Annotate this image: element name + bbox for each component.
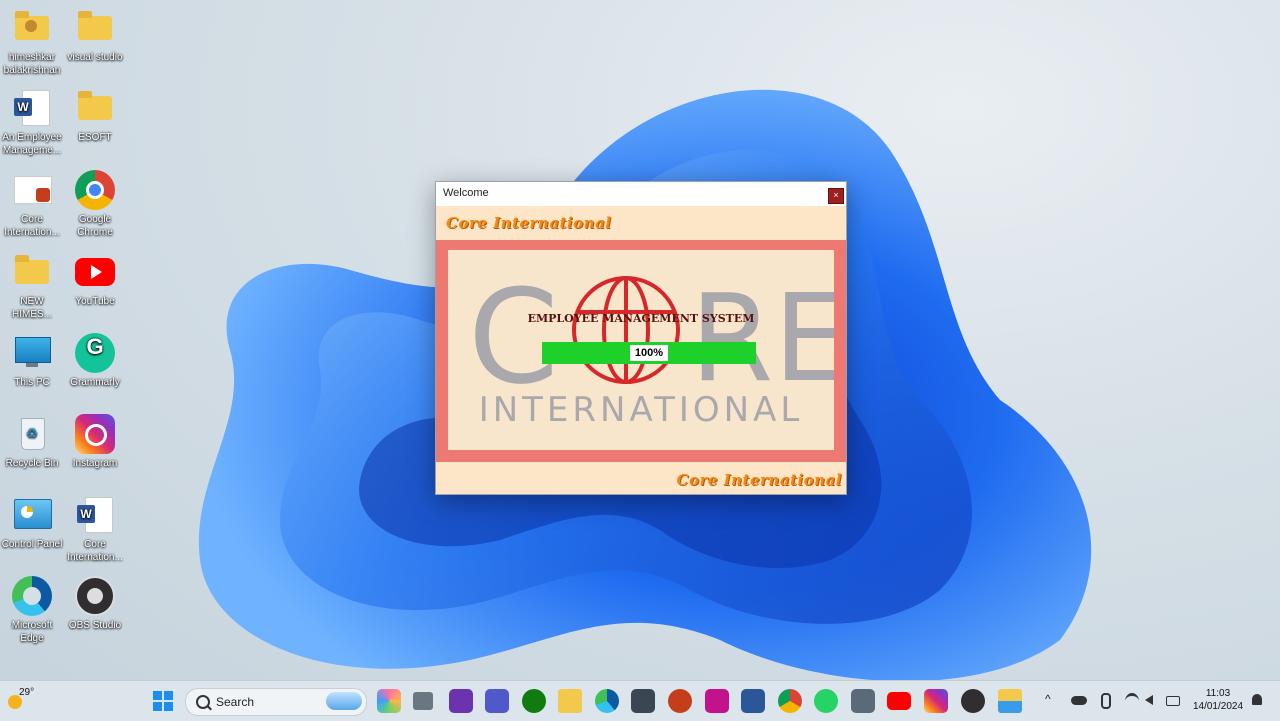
app-window-icon[interactable]: [998, 689, 1022, 713]
speaker-icon[interactable]: [1145, 695, 1153, 705]
whatsapp-icon[interactable]: [814, 689, 838, 713]
instagram-icon: [75, 414, 115, 454]
youtube-icon[interactable]: [887, 692, 911, 710]
desktop-icon-youtube[interactable]: YouTube: [63, 252, 127, 308]
close-icon: ×: [833, 190, 839, 200]
desktop-icon-this-pc[interactable]: This PC: [0, 333, 64, 389]
desktop-icon-new-himes-folder[interactable]: NEW HIMES...: [0, 252, 64, 321]
monitor-icon: [12, 333, 52, 373]
desktop-icon-grammarly[interactable]: G Grammarly: [63, 333, 127, 389]
powerpoint-icon[interactable]: [668, 689, 692, 713]
logo-area: C RE EMPLOYEE MANAGEMENT SYSTEM 100% INT…: [448, 250, 834, 450]
welcome-window: Welcome × Core International C RE EMPLOY…: [435, 181, 847, 495]
copilot-icon[interactable]: [377, 689, 401, 713]
desktop-icon-label: visual studio: [67, 52, 123, 63]
microphone-icon[interactable]: [1101, 693, 1111, 709]
desktop-icon-label: Core Internation...: [4, 214, 60, 238]
clock[interactable]: 11:03 14/01/2024: [1186, 687, 1250, 715]
edge-icon[interactable]: [595, 689, 619, 713]
desktop-icon-esoft-folder[interactable]: ESOFT: [63, 88, 127, 144]
loading-progress-bar: 100%: [542, 342, 756, 364]
desktop-icon-instagram[interactable]: Instagram: [63, 414, 127, 470]
wifi-icon[interactable]: [1125, 693, 1139, 710]
user-folder-icon: [12, 8, 52, 48]
splash-panel: C RE EMPLOYEE MANAGEMENT SYSTEM 100% INT…: [436, 240, 846, 462]
word-document-icon: W: [12, 88, 52, 128]
visual-studio-icon[interactable]: [449, 689, 473, 713]
chrome-icon[interactable]: [778, 689, 802, 713]
desktop-icon-label: Recycle Bin: [5, 458, 59, 469]
system-title: EMPLOYEE MANAGEMENT SYSTEM: [527, 312, 755, 325]
weather-widget[interactable]: 29°: [8, 687, 48, 715]
desktop-icon-label: Google Chrome: [77, 214, 113, 238]
window-titlebar[interactable]: Welcome ×: [436, 182, 846, 206]
chrome-icon: [75, 170, 115, 210]
desktop-icon-label: ESOFT: [78, 132, 112, 143]
desktop-icon-core-ppt[interactable]: Core Internation...: [0, 170, 64, 239]
folder-icon: [12, 252, 52, 292]
brand-title-top: Core International: [446, 214, 612, 232]
brand-title-bottom: Core International: [676, 471, 842, 489]
folder-icon: [75, 88, 115, 128]
taskbar: 29° Search ^ 11:03 14/01/2024: [0, 680, 1280, 721]
desktop-icon-label: himeshkar balakrishnan: [3, 52, 61, 76]
edge-icon: [12, 576, 52, 616]
word-document-icon: W: [75, 495, 115, 535]
desktop-icon-visual-studio-folder[interactable]: visual studio: [63, 8, 127, 64]
grammarly-icon: G: [75, 333, 115, 373]
desktop-icon-label: Core Internation...: [67, 539, 123, 563]
progress-label: 100%: [630, 345, 668, 361]
window-title: Welcome: [443, 187, 489, 199]
teams-icon[interactable]: [485, 689, 509, 713]
clock-date: 14/01/2024: [1192, 701, 1244, 712]
search-icon: [196, 695, 210, 709]
logo-letters-re: RE: [690, 270, 834, 409]
folder-icon: [75, 8, 115, 48]
desktop-icon-label: YouTube: [75, 296, 115, 307]
obs-icon[interactable]: [961, 689, 985, 713]
clock-time: 11:03: [1205, 688, 1231, 699]
xbox-icon[interactable]: [522, 689, 546, 713]
file-explorer-icon[interactable]: [558, 689, 582, 713]
youtube-icon: [75, 252, 115, 292]
desktop-icon-chrome[interactable]: Google Chrome: [63, 170, 127, 239]
desktop-icon-label: An Employee Manageme...: [2, 132, 62, 156]
desktop-icon-employee-doc[interactable]: W An Employee Manageme...: [0, 88, 64, 157]
store-icon[interactable]: [631, 689, 655, 713]
powerpoint-document-icon: [12, 170, 52, 210]
desktop-icon-label: OBS Studio: [68, 620, 122, 631]
desktop-icon-label: Microsoft Edge: [11, 620, 53, 644]
notification-bell-icon[interactable]: [1252, 694, 1262, 705]
desktop-icon-control-panel[interactable]: Control Panel: [0, 495, 64, 551]
weather-temperature: 29°: [19, 687, 35, 698]
obs-icon: [75, 576, 115, 616]
globe-icon: [572, 276, 680, 384]
desktop-icon-label: Grammarly: [70, 377, 120, 388]
task-view-icon[interactable]: [413, 692, 433, 710]
taskbar-search-box[interactable]: Search: [185, 688, 367, 716]
desktop-icon-recycle-bin[interactable]: ♻ Recycle Bin: [0, 414, 64, 470]
desktop-icon-label: Control Panel: [1, 539, 63, 550]
search-placeholder: Search: [216, 695, 255, 709]
search-highlight-swan-icon: [326, 692, 362, 710]
snipping-icon[interactable]: [851, 689, 875, 713]
battery-icon[interactable]: [1166, 696, 1180, 706]
windows-start-icon[interactable]: [153, 691, 173, 711]
desktop-icon-user-folder[interactable]: himeshkar balakrishnan: [0, 8, 64, 77]
desktop-icon-label: This PC: [14, 377, 50, 388]
picsart-icon[interactable]: [705, 689, 729, 713]
desktop-icon-label: Instagram: [72, 458, 118, 469]
instagram-icon[interactable]: [924, 689, 948, 713]
desktop-icon-edge[interactable]: Microsoft Edge: [0, 576, 64, 645]
close-button[interactable]: ×: [828, 188, 844, 204]
word-icon[interactable]: [741, 689, 765, 713]
control-panel-icon: [12, 495, 52, 535]
desktop-icon-label: NEW HIMES...: [11, 296, 52, 320]
recycle-bin-icon: ♻: [12, 414, 52, 454]
logo-subtitle: INTERNATIONAL: [478, 390, 804, 430]
tray-overflow-chevron-icon[interactable]: ^: [1045, 692, 1051, 706]
onedrive-cloud-icon[interactable]: [1071, 696, 1087, 705]
desktop-icon-obs[interactable]: OBS Studio: [63, 576, 127, 632]
desktop-icon-core-word-doc[interactable]: W Core Internation...: [63, 495, 127, 564]
